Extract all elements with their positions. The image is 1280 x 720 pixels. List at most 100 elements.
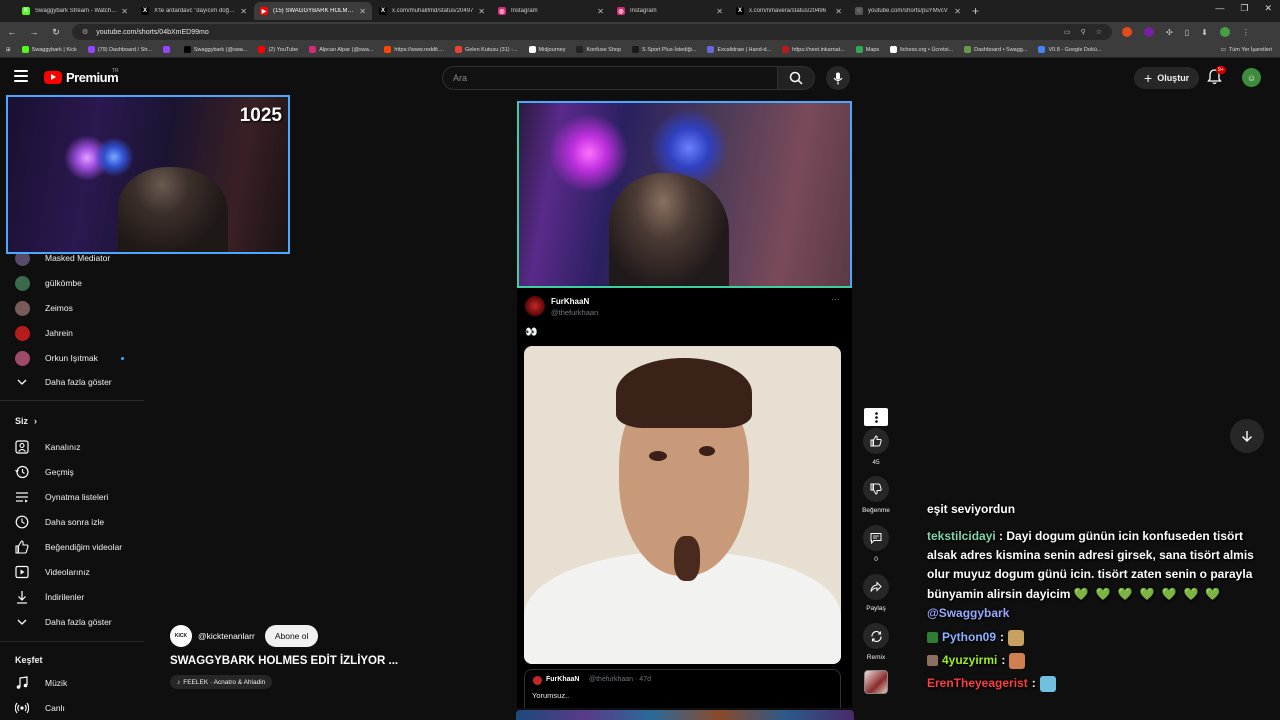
sidebar-item[interactable]: Müzik	[14, 672, 144, 694]
site-info-icon[interactable]: ⚙	[82, 28, 88, 36]
create-button[interactable]: + Oluştur	[1134, 67, 1200, 89]
search-button[interactable]	[777, 66, 815, 90]
sidebar-item[interactable]: Canlı	[14, 697, 144, 719]
sidepanel-icon[interactable]: ▯	[1185, 28, 1189, 37]
bookmark-item[interactable]: S Sport Plus-İstediği...	[632, 46, 696, 53]
sidebar-item[interactable]: Kanalınız	[14, 436, 144, 458]
back-icon[interactable]: ←	[6, 27, 18, 37]
you-section-header[interactable]: Siz ›	[15, 416, 37, 426]
channel-name[interactable]: @kicktenanlarr	[198, 631, 255, 641]
sidebar-subscription[interactable]: Zeimos	[14, 297, 144, 319]
bookmark-item[interactable]: V0.8 - Google Dokü...	[1038, 46, 1101, 53]
extension-icon[interactable]	[1122, 27, 1132, 37]
bookmark-item[interactable]: (2) YouTube	[258, 46, 298, 53]
channel-avatar[interactable]: KICK	[170, 625, 192, 647]
bookmark-star-icon[interactable]: ☆	[1096, 28, 1102, 36]
short-webcam-frame[interactable]	[517, 101, 852, 288]
voice-search-button[interactable]	[826, 66, 850, 90]
close-tab-icon[interactable]: ✕	[716, 7, 723, 16]
zoom-icon[interactable]: ⚲	[1081, 28, 1086, 36]
url-bar[interactable]: ⚙ youtube.com/shorts/04bXmED99mo ▭ ⚲ ☆	[72, 24, 1112, 40]
bookmark-item[interactable]: Konfuse Shop	[576, 46, 621, 53]
search-input[interactable]: Ara	[442, 66, 778, 90]
account-avatar[interactable]: ☺	[1242, 68, 1261, 87]
close-tab-icon[interactable]: ✕	[121, 7, 128, 16]
close-tab-icon[interactable]: ✕	[597, 7, 604, 16]
share-button[interactable]: Paylaş	[860, 574, 892, 612]
browser-tab[interactable]: ▶ (15) SWAGGYBARK HOLMES EDİ✕	[254, 2, 372, 20]
minimize-icon[interactable]: —	[1215, 3, 1224, 14]
reload-icon[interactable]: ↻	[50, 27, 62, 38]
browser-tab[interactable]: ◎ Instagram ✕	[611, 2, 729, 20]
audio-source-thumbnail[interactable]	[864, 670, 888, 694]
sidebar-subscription[interactable]: Jahrein	[14, 322, 144, 344]
notifications-button[interactable]: 9+	[1207, 66, 1226, 87]
remix-button[interactable]: Remix	[860, 623, 892, 661]
address-bar-row: ← → ↻ ⚙ youtube.com/shorts/04bXmED99mo ▭…	[0, 22, 1280, 42]
new-tab-button[interactable]: +	[972, 4, 979, 18]
browser-tab[interactable]: X X'te ardardavc "dayıcım doğum ✕	[135, 2, 253, 20]
maximize-icon[interactable]: ❐	[1240, 3, 1248, 14]
browser-tab[interactable]: Xx.com/nmavera/status/20496 ✕	[730, 2, 848, 20]
profile-icon[interactable]	[1219, 27, 1230, 37]
browser-tab[interactable]: K Swaggybark Stream - Watch Liv ✕	[16, 2, 134, 20]
puzzle-icon[interactable]: ✣	[1166, 28, 1173, 37]
forward-icon[interactable]: →	[28, 27, 40, 37]
menu-icon[interactable]	[14, 70, 28, 82]
all-bookmarks[interactable]: ▭ Tüm Yer İşaretleri	[1221, 47, 1272, 53]
sidebar-item-label: Daha fazla göster	[45, 617, 112, 627]
youtube-logo[interactable]: Premium TR	[44, 68, 119, 85]
eye-shape	[699, 446, 715, 456]
sidebar-item[interactable]: Daha sonra izle	[14, 511, 144, 533]
bookmark-item[interactable]: lichess.org • Ücretsi...	[890, 46, 953, 53]
music-chip[interactable]: ♪ FEELEK · Acnatro & Ahladin	[170, 675, 273, 689]
sidebar-item[interactable]: Videolarınız	[14, 561, 144, 583]
bookmark-favicon-icon	[183, 46, 191, 53]
bookmark-item[interactable]: Swaggybark | Kick	[21, 46, 77, 53]
close-tab-icon[interactable]: ✕	[240, 7, 247, 16]
download-icon[interactable]: ⬇	[1201, 28, 1208, 37]
sidebar-item[interactable]: Beğendiğim videolar	[14, 536, 144, 558]
bookmark-item[interactable]	[162, 46, 173, 53]
apps-icon[interactable]: ⊞	[6, 47, 11, 53]
bookmark-item[interactable]: https://next.inkarnat...	[782, 46, 845, 53]
browser-tab[interactable]: Xx.com/muhalifmd/status/20497 ✕	[373, 2, 491, 20]
comments-button[interactable]: 0	[860, 525, 892, 563]
embedded-tweet[interactable]: FurKhaaN @thefurkhaan ··· 👀 FurKhaaN @th…	[517, 288, 852, 708]
bookmark-item[interactable]: Gelen Kutusu (31) -...	[454, 46, 518, 53]
browser-tab[interactable]: ◌ youtube.com/shorts/puYMvcV ✕	[849, 2, 967, 20]
sidebar-item[interactable]: İndirilenler	[14, 586, 144, 608]
bookmark-item[interactable]: Alpcan Alpar (@swa...	[309, 46, 373, 53]
next-short-preview[interactable]	[516, 710, 854, 720]
sidebar-subscription[interactable]: Orkun Işıtmak	[14, 347, 144, 369]
dislike-button[interactable]: Beğenme	[860, 476, 892, 514]
close-tab-icon[interactable]: ✕	[478, 7, 485, 16]
sidebar-item[interactable]: Geçmiş	[14, 461, 144, 483]
close-tab-icon[interactable]: ✕	[835, 7, 842, 16]
bookmark-item[interactable]: Swaggybark (@swa...	[183, 46, 247, 53]
comment-icon	[870, 533, 882, 544]
bookmark-item[interactable]: (79) Dashboard / Str...	[87, 46, 152, 53]
kebab-menu-icon[interactable]: ⋮	[1242, 28, 1250, 37]
bookmark-item[interactable]: Midjourney	[528, 46, 565, 53]
like-button[interactable]: 45	[860, 428, 892, 466]
browser-tab[interactable]: ◎ Instagram ✕	[492, 2, 610, 20]
close-window-icon[interactable]: ✕	[1264, 3, 1272, 14]
close-tab-icon[interactable]: ✕	[954, 7, 961, 16]
close-tab-icon[interactable]: ✕	[359, 7, 366, 16]
bookmark-item[interactable]: https://www.reddit....	[384, 46, 444, 53]
notification-count: 9+	[1216, 66, 1226, 74]
bookmark-item[interactable]: Maps	[855, 46, 879, 53]
bookmark-item[interactable]: Dashboard • Swagg...	[964, 46, 1027, 53]
cast-icon[interactable]: ▭	[1064, 28, 1071, 36]
show-more-subscriptions[interactable]: Daha fazla göster	[14, 371, 144, 393]
next-short-button[interactable]	[1230, 419, 1264, 453]
show-more-you[interactable]: Daha fazla göster	[14, 611, 144, 633]
bookmark-item[interactable]: Excalidraw | Hand-d...	[707, 46, 771, 53]
short-title[interactable]: SWAGGYBARK HOLMES EDİT İZLİYOR ...	[170, 655, 398, 667]
subscribe-button[interactable]: Abone ol	[264, 625, 319, 647]
sidebar-subscription[interactable]: gülkömbe	[14, 272, 144, 294]
more-options-button[interactable]	[864, 408, 888, 426]
sidebar-item[interactable]: Oynatma listeleri	[14, 486, 144, 508]
extension-icon[interactable]	[1144, 27, 1154, 37]
